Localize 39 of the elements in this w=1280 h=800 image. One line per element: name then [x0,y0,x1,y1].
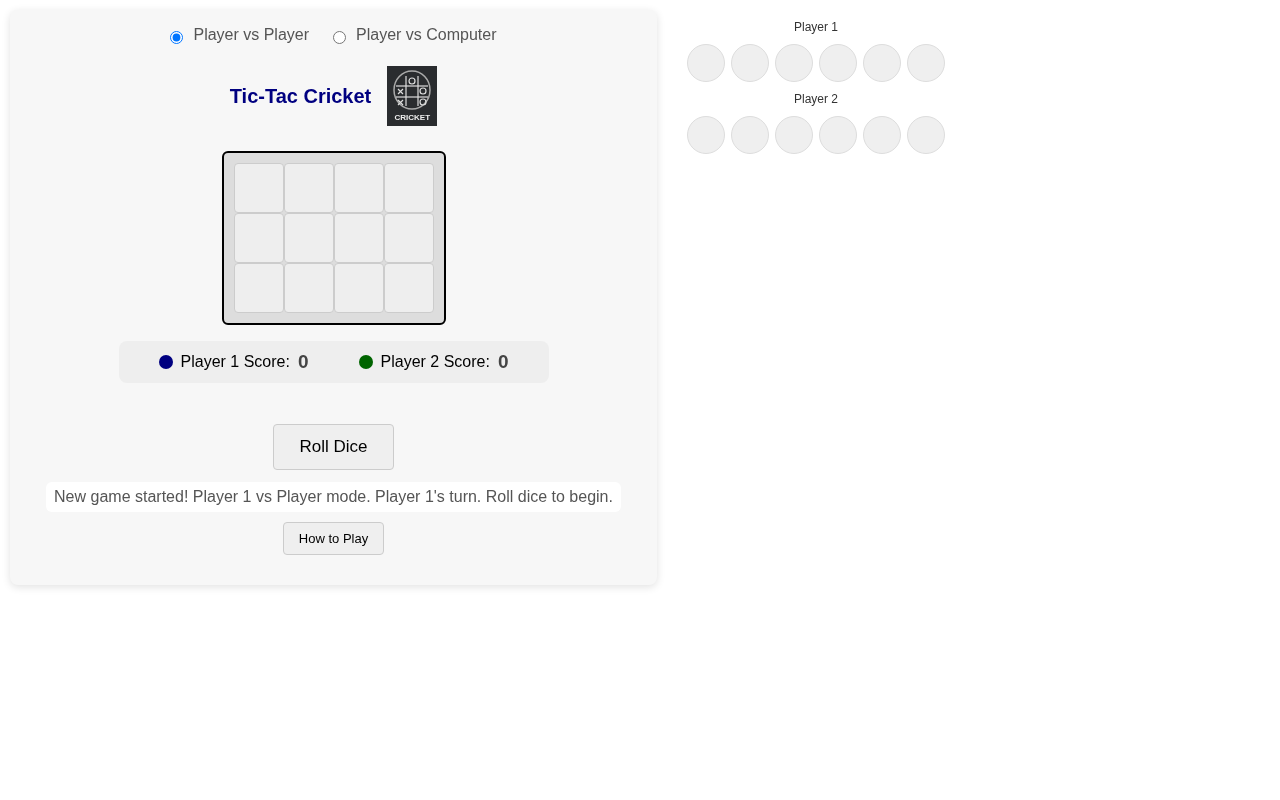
score-label: Player 1 Score: [180,353,290,371]
dice-slot [775,116,813,154]
board-cell[interactable] [283,213,334,263]
board-cell[interactable] [233,213,284,263]
board-cell[interactable] [283,263,334,313]
dice-slot [863,116,901,154]
dice-slot [863,44,901,82]
how-to-play-button[interactable]: How to Play [282,522,385,555]
dice-slot [731,44,769,82]
player-label: Player 1 [794,20,838,34]
board-cell[interactable] [383,213,434,263]
dice-slot [907,116,945,154]
mode-label: Player vs Player [193,26,310,44]
dice-slot [687,44,725,82]
dice-slot [819,116,857,154]
board-cell[interactable] [233,163,284,213]
board-cell[interactable] [383,163,434,213]
dice-slot [775,44,813,82]
board-cell[interactable] [333,163,384,213]
mode-radio[interactable] [333,30,347,44]
mode-label: Player vs Computer [356,26,497,44]
status-message: New game started! Player 1 vs Player mode. Player 1's turn. Roll dice to begin. [46,482,621,512]
logo-icon: CRICKET [387,66,438,126]
game-title: Tic-Tac Cricket [229,84,372,108]
dice-slot [731,116,769,154]
score-label: Player 2 Score: [380,353,490,371]
roll-dice-button[interactable]: Roll Dice [273,424,394,470]
mode-radio[interactable] [170,30,184,44]
board-cell[interactable] [333,263,384,313]
score-value: 0 [497,351,509,373]
board-cell[interactable] [383,263,434,313]
dice-slot [907,44,945,82]
board-cell[interactable] [233,263,284,313]
player-label: Player 2 [794,92,838,106]
score-value: 0 [297,351,309,373]
dice-slot [819,44,857,82]
board-cell[interactable] [333,213,384,263]
board-cell[interactable] [283,163,334,213]
dice-slot [687,116,725,154]
